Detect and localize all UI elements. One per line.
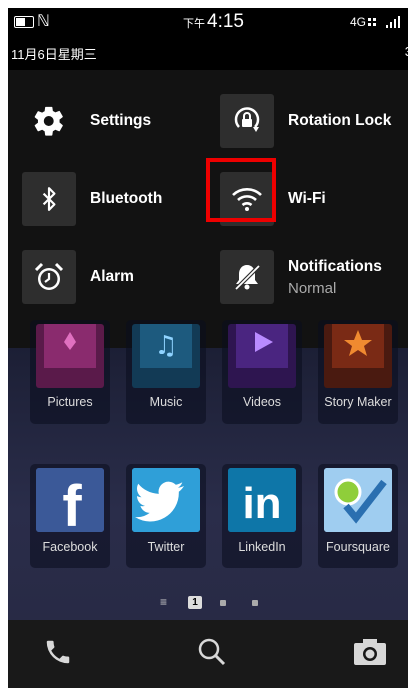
gear-icon	[22, 94, 76, 148]
rotation-lock-label: Rotation Lock	[288, 112, 392, 129]
list-icon[interactable]: ≡	[160, 595, 167, 609]
notifications-mode: Normal	[288, 279, 337, 297]
camera-button[interactable]	[350, 634, 390, 674]
twitter-label: Twitter	[147, 540, 185, 554]
battery-icon	[14, 16, 34, 28]
notifications-tile[interactable]: Notifications Normal	[220, 250, 382, 304]
phone-button[interactable]	[38, 634, 78, 674]
videos-icon	[228, 324, 296, 388]
page-dot[interactable]	[220, 600, 226, 606]
status-ampm: 下午	[183, 18, 205, 30]
foursquare-icon	[324, 468, 392, 532]
date-text: 11月6日星期三	[11, 47, 97, 62]
music-icon: ♫	[132, 324, 200, 388]
facebook-icon: f	[36, 468, 104, 532]
facebook-label: Facebook	[42, 540, 98, 554]
phone-icon	[43, 637, 73, 672]
date-bar: 11月6日星期三 3	[8, 42, 408, 64]
alarm-label: Alarm	[90, 268, 134, 285]
status-bar: ℕ 下午 4:15 4G	[8, 8, 408, 36]
alarm-tile[interactable]: Alarm	[22, 250, 134, 304]
story-maker-label: Story Maker	[324, 395, 392, 409]
story-maker-icon	[324, 324, 392, 388]
notifications-text: Notifications Normal	[274, 258, 382, 297]
bluetooth-label: Bluetooth	[90, 190, 163, 207]
app-story-maker[interactable]: Story Maker	[318, 320, 398, 424]
page-dot[interactable]	[252, 600, 258, 606]
app-pictures[interactable]: Pictures	[30, 320, 110, 424]
pictures-label: Pictures	[47, 395, 93, 409]
app-twitter[interactable]: Twitter	[126, 464, 206, 568]
home-screen: Pictures ♫ Music Videos Story Maker f Fa	[8, 320, 408, 620]
camera-icon	[352, 637, 388, 672]
device-screen: ℕ 下午4:15 4G 11月6日星期三 3 Settings Rotation…	[8, 8, 408, 688]
status-clock: 4:15	[207, 11, 244, 32]
current-page-indicator[interactable]: 1	[188, 596, 202, 609]
videos-label: Videos	[243, 395, 281, 409]
bluetooth-tile[interactable]: Bluetooth	[22, 172, 162, 226]
linkedin-label: LinkedIn	[238, 540, 286, 554]
signal-icon	[368, 15, 406, 32]
app-music[interactable]: ♫ Music	[126, 320, 206, 424]
rotation-lock-icon	[220, 94, 274, 148]
notifications-label: Notifications	[288, 257, 382, 275]
foursquare-label: Foursquare	[326, 540, 390, 554]
wifi-highlight-box	[206, 158, 276, 222]
rotation-lock-tile[interactable]: Rotation Lock	[220, 94, 391, 148]
date-bar-right-text: 3	[405, 44, 408, 59]
pictures-icon	[36, 324, 104, 388]
bluetooth-icon	[22, 172, 76, 226]
app-foursquare[interactable]: Foursquare	[318, 464, 398, 568]
svg-text:♫: ♫	[154, 331, 177, 361]
dock	[8, 620, 408, 688]
twitter-icon	[132, 468, 200, 532]
svg-text:f: f	[62, 474, 82, 532]
svg-text:in: in	[242, 479, 281, 528]
settings-label: Settings	[90, 112, 152, 129]
app-videos[interactable]: Videos	[222, 320, 302, 424]
alarm-clock-icon	[22, 250, 76, 304]
music-label: Music	[149, 395, 183, 409]
nfc-icon: ℕ	[37, 13, 50, 30]
bell-muted-icon	[220, 250, 274, 304]
wifi-label: Wi-Fi	[288, 190, 326, 207]
app-facebook[interactable]: f Facebook	[30, 464, 110, 568]
settings-tile[interactable]: Settings	[22, 94, 151, 148]
app-linkedin[interactable]: in LinkedIn	[222, 464, 302, 568]
status-time: 下午 4:15	[183, 11, 244, 33]
network-type: 4G	[349, 15, 366, 29]
search-icon	[196, 636, 228, 673]
search-button[interactable]	[192, 634, 232, 674]
linkedin-icon: in	[228, 468, 296, 532]
